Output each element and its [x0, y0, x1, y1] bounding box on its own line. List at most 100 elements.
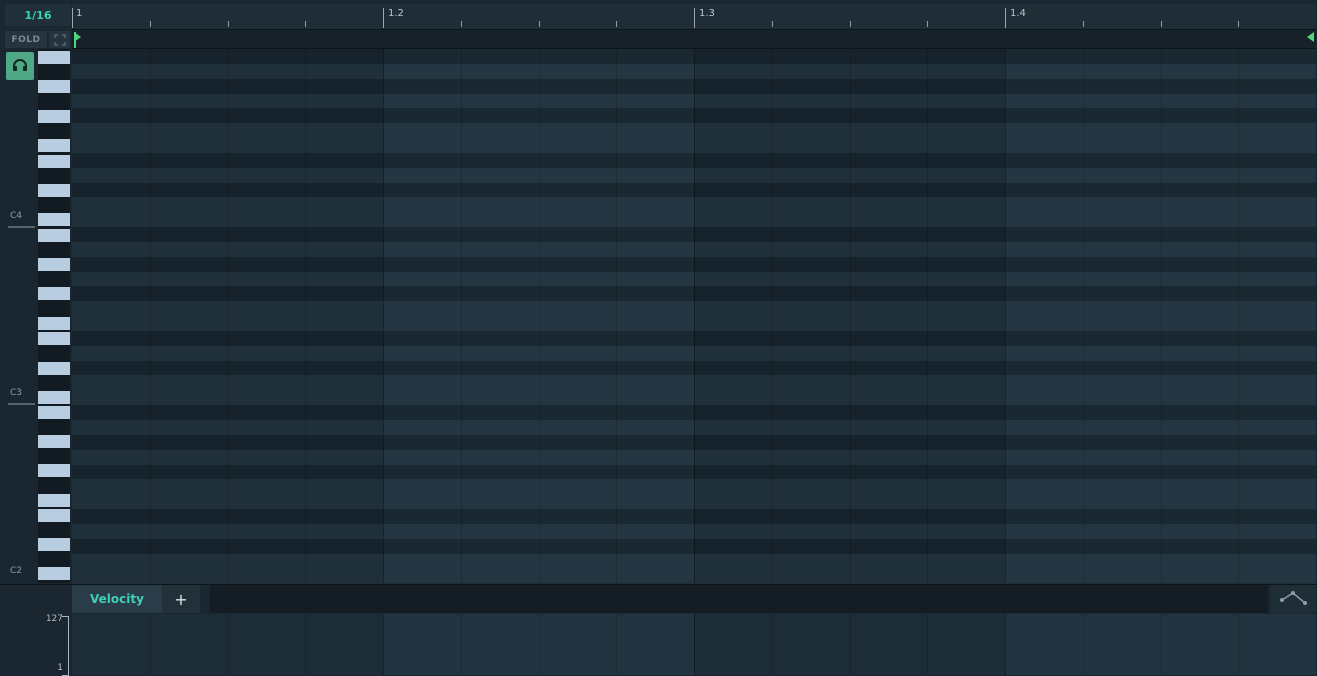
curve-tool-button[interactable]: [1271, 585, 1316, 613]
white-key[interactable]: [38, 139, 70, 152]
white-key[interactable]: [38, 406, 70, 419]
beat-tick: [538, 21, 540, 27]
white-key[interactable]: [38, 538, 70, 551]
velocity-beat-line: [694, 614, 695, 675]
white-key[interactable]: [38, 110, 70, 123]
bar-tick: [694, 8, 695, 28]
velocity-beat-line: [1160, 614, 1162, 675]
beat-tick: [149, 21, 151, 27]
white-key[interactable]: [38, 509, 70, 522]
beat-tick: [771, 21, 773, 27]
white-key[interactable]: [38, 435, 70, 448]
beat-line: [771, 49, 773, 583]
velocity-beat-line: [927, 614, 929, 675]
fold-button[interactable]: FOLD: [5, 31, 47, 48]
velocity-beat-line: [1005, 614, 1006, 675]
white-key[interactable]: [38, 80, 70, 93]
beat-line: [849, 49, 851, 583]
add-lane-button[interactable]: +: [162, 585, 200, 613]
bar-tick: [72, 8, 73, 28]
expand-icon[interactable]: [49, 31, 70, 48]
beat-line: [1082, 49, 1084, 583]
beat-tick: [1238, 21, 1240, 27]
white-key[interactable]: [38, 287, 70, 300]
loop-start-marker[interactable]: [74, 32, 81, 48]
octave-divider: [8, 403, 35, 405]
velocity-max-label: 127: [45, 614, 63, 624]
octave-divider: [8, 226, 35, 228]
bar-line: [1005, 49, 1006, 583]
beat-line: [538, 49, 540, 583]
white-key[interactable]: [38, 51, 70, 64]
bar-line: [694, 49, 695, 583]
bar-tick: [383, 8, 384, 28]
beat-line: [460, 49, 462, 583]
bar-tick: [1005, 8, 1006, 28]
curve-tool-icon: [1279, 588, 1309, 610]
grid-resolution-button[interactable]: 1/16: [5, 4, 71, 26]
bar-line: [383, 49, 384, 583]
white-key[interactable]: [38, 464, 70, 477]
bar-label-1-3: 1.3: [699, 8, 715, 19]
octave-label-c3: C3: [10, 388, 23, 398]
tab-velocity[interactable]: Velocity: [72, 585, 162, 613]
octave-label-c4: C4: [10, 211, 23, 221]
white-key[interactable]: [38, 317, 70, 330]
bar-label-1-2: 1.2: [388, 8, 404, 19]
tab-velocity-label: Velocity: [90, 592, 144, 606]
octave-label-c2: C2: [10, 566, 23, 576]
beat-tick: [927, 21, 929, 27]
beat-tick: [305, 21, 307, 27]
white-key[interactable]: [38, 332, 70, 345]
bar-label-1: 1: [76, 8, 83, 19]
white-key[interactable]: [38, 184, 70, 197]
white-key[interactable]: [38, 494, 70, 507]
velocity-beat-line: [538, 614, 540, 675]
beat-tick: [849, 21, 851, 27]
white-key[interactable]: [38, 567, 70, 580]
bar-label-1-4: 1.4: [1010, 8, 1026, 19]
beat-line: [927, 49, 929, 583]
listen-toggle-button[interactable]: [6, 52, 34, 80]
headphones-icon: [12, 57, 28, 76]
velocity-range-bracket[interactable]: [62, 616, 69, 676]
beat-tick: [616, 21, 618, 27]
timeline-ruler[interactable]: 1 1.2 1.3 1.4: [72, 4, 1316, 30]
beat-tick: [1082, 21, 1084, 27]
add-icon: +: [174, 589, 188, 609]
velocity-beat-line: [305, 614, 307, 675]
velocity-beat-line: [849, 614, 851, 675]
velocity-beat-line: [771, 614, 773, 675]
white-key[interactable]: [38, 258, 70, 271]
white-key[interactable]: [38, 155, 70, 168]
white-key[interactable]: [38, 229, 70, 242]
beat-tick: [227, 21, 229, 27]
beat-line: [616, 49, 618, 583]
beat-line: [227, 49, 229, 583]
velocity-beat-line: [149, 614, 151, 675]
velocity-beat-line: [616, 614, 618, 675]
lane-bar: [210, 585, 1268, 613]
loop-range-strip[interactable]: [72, 30, 1316, 49]
white-key[interactable]: [38, 362, 70, 375]
loop-end-marker[interactable]: [1307, 32, 1314, 42]
velocity-beat-line: [383, 614, 384, 675]
grid-resolution-label: 1/16: [24, 8, 52, 22]
beat-tick: [460, 21, 462, 27]
white-key[interactable]: [38, 213, 70, 226]
beat-line: [149, 49, 151, 583]
velocity-beat-line: [460, 614, 462, 675]
piano-keyboard[interactable]: [38, 49, 70, 583]
velocity-beat-line: [227, 614, 229, 675]
velocity-lane-grid[interactable]: [72, 614, 1316, 675]
note-grid[interactable]: [72, 49, 1316, 585]
beat-line: [305, 49, 307, 583]
beat-tick: [1160, 21, 1162, 27]
velocity-beat-line: [1238, 614, 1240, 675]
velocity-beat-line: [1082, 614, 1084, 675]
piano-roll-editor: 1/16 1 1.2 1.3 1.4 FOLD C4 C3 C2 Velocit…: [0, 0, 1317, 676]
beat-line: [1238, 49, 1240, 583]
white-key[interactable]: [38, 391, 70, 404]
octave-gutter: [5, 49, 38, 583]
fold-label: FOLD: [11, 34, 41, 45]
